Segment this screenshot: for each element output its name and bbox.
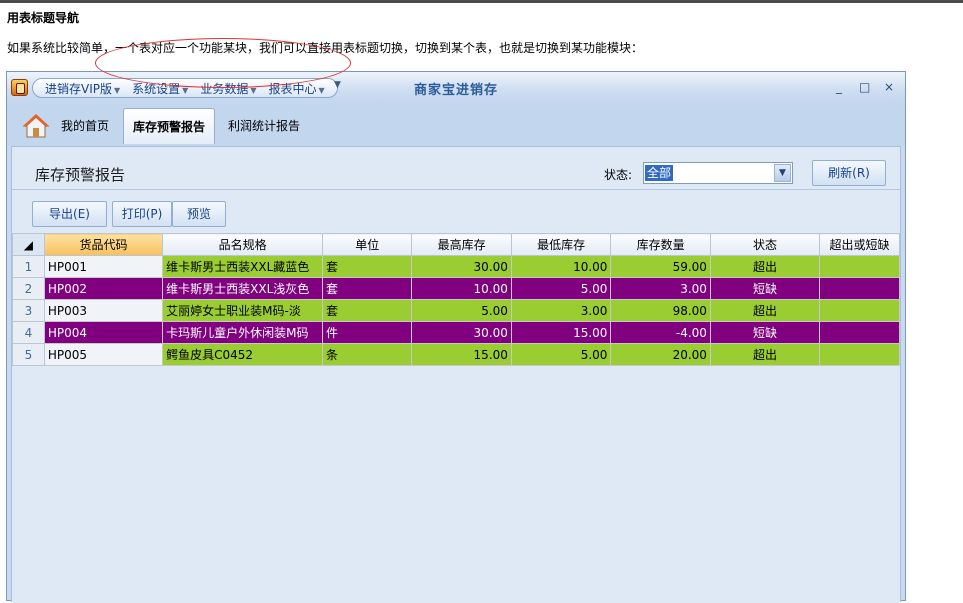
- status-label: 状态:: [604, 168, 633, 182]
- cell-over-short[interactable]: [819, 299, 900, 322]
- report-panel: 库存预警报告 状态: 全部 ▼ 刷新(R) 导出(E) 打印(P) 预览 ◢ 货…: [11, 146, 901, 603]
- title-bar: 进销存VIP版 ▼ 系统设置 ▼ 业务数据 ▼ 报表中心 ▼ ▼ 商家宝进销存 _ □ …: [7, 72, 905, 104]
- row-number[interactable]: 1: [12, 255, 45, 278]
- tab-profit-report[interactable]: 利润统计报告: [219, 108, 309, 144]
- cell-max-stock[interactable]: 5.00: [411, 299, 512, 322]
- cell-name[interactable]: 维卡斯男士西装XXL浅灰色: [162, 277, 324, 300]
- table-row[interactable]: 3 HP003 艾丽婷女士职业装M码-淡 套 5.00 3.00 98.00 超…: [12, 299, 900, 322]
- column-header[interactable]: 货品代码: [43, 233, 164, 256]
- column-header[interactable]: 超出或短缺: [819, 233, 900, 256]
- cell-name[interactable]: 艾丽婷女士职业装M码-淡: [162, 299, 324, 322]
- cell-code[interactable]: HP003: [43, 299, 164, 322]
- cell-stock-qty[interactable]: 59.00: [610, 255, 711, 278]
- maximize-button[interactable]: □: [859, 80, 870, 94]
- row-number[interactable]: 3: [12, 299, 45, 322]
- report-title: 库存预警报告: [35, 166, 126, 184]
- tab-my-homepage[interactable]: 我的首页: [52, 108, 118, 144]
- refresh-button[interactable]: 刷新(R): [812, 160, 886, 186]
- table-row[interactable]: 5 HP005 鳄鱼皮具C0452 条 15.00 5.00 20.00 超出: [12, 343, 900, 366]
- cell-unit[interactable]: 条: [322, 343, 413, 366]
- cell-min-stock[interactable]: 10.00: [510, 255, 612, 278]
- cell-max-stock[interactable]: 30.00: [411, 321, 512, 344]
- column-header[interactable]: 状态: [709, 233, 821, 256]
- toolbar-divider: [12, 189, 900, 190]
- window-title: 商家宝进销存: [413, 83, 498, 98]
- cell-over-short[interactable]: [819, 255, 900, 278]
- cell-stock-qty[interactable]: 3.00: [610, 277, 711, 300]
- doc-heading: 用表标题导航: [7, 11, 80, 25]
- row-number[interactable]: 5: [12, 343, 45, 366]
- cell-over-short[interactable]: [819, 343, 900, 366]
- cell-stock-qty[interactable]: 20.00: [610, 343, 711, 366]
- cell-status[interactable]: 超出: [709, 343, 821, 366]
- home-icon[interactable]: [23, 113, 49, 139]
- table-row[interactable]: 2 HP002 维卡斯男士西装XXL浅灰色 套 10.00 5.00 3.00 …: [12, 277, 900, 300]
- cell-code[interactable]: HP005: [43, 343, 164, 366]
- table-row[interactable]: 4 HP004 卡玛斯儿童户外休闲装M码 件 30.00 15.00 -4.00…: [12, 321, 900, 344]
- cell-status[interactable]: 超出: [709, 255, 821, 278]
- cell-unit[interactable]: 套: [322, 255, 413, 278]
- table-header-row: ◢ 货品代码 品名规格 单位 最高库存 最低库存 库存数量 状态 超出或短缺: [12, 233, 900, 256]
- minimize-button[interactable]: _: [836, 80, 842, 94]
- cell-name[interactable]: 维卡斯男士西装XXL藏蓝色: [162, 255, 324, 278]
- status-selected-value: 全部: [645, 165, 674, 181]
- cell-max-stock[interactable]: 10.00: [411, 277, 512, 300]
- cell-status[interactable]: 短缺: [709, 277, 821, 300]
- select-all-corner[interactable]: ◢: [12, 233, 45, 256]
- top-border: [0, 0, 963, 3]
- cell-name[interactable]: 卡玛斯儿童户外休闲装M码: [162, 321, 324, 344]
- cell-unit[interactable]: 套: [322, 299, 413, 322]
- column-header[interactable]: 最高库存: [411, 233, 512, 256]
- cell-stock-qty[interactable]: 98.00: [610, 299, 711, 322]
- cell-stock-qty[interactable]: -4.00: [610, 321, 711, 344]
- tab-stock-alert-report[interactable]: 库存预警报告: [123, 108, 216, 144]
- cell-unit[interactable]: 套: [322, 277, 413, 300]
- cell-status[interactable]: 超出: [709, 299, 821, 322]
- cell-code[interactable]: HP004: [43, 321, 164, 344]
- cell-min-stock[interactable]: 5.00: [510, 343, 612, 366]
- table-row[interactable]: 1 HP001 维卡斯男士西装XXL藏蓝色 套 30.00 10.00 59.0…: [12, 255, 900, 278]
- cell-over-short[interactable]: [819, 277, 900, 300]
- cell-min-stock[interactable]: 15.00: [510, 321, 612, 344]
- cell-min-stock[interactable]: 3.00: [510, 299, 612, 322]
- close-button[interactable]: ×: [884, 80, 894, 94]
- app-window: 进销存VIP版 ▼ 系统设置 ▼ 业务数据 ▼ 报表中心 ▼ ▼ 商家宝进销存 _ □ …: [6, 71, 906, 603]
- cell-code[interactable]: HP002: [43, 277, 164, 300]
- stock-alert-grid: ◢ 货品代码 品名规格 单位 最高库存 最低库存 库存数量 状态 超出或短缺 1: [12, 233, 900, 603]
- column-header[interactable]: 单位: [322, 233, 413, 256]
- cell-status[interactable]: 短缺: [709, 321, 821, 344]
- tab-bar: 我的首页 库存预警报告 利润统计报告: [7, 104, 905, 146]
- cell-max-stock[interactable]: 15.00: [411, 343, 512, 366]
- cell-name[interactable]: 鳄鱼皮具C0452: [162, 343, 324, 366]
- column-header[interactable]: 最低库存: [510, 233, 612, 256]
- chevron-down-icon[interactable]: ▼: [774, 164, 791, 182]
- cell-max-stock[interactable]: 30.00: [411, 255, 512, 278]
- column-header[interactable]: 库存数量: [610, 233, 711, 256]
- cell-unit[interactable]: 件: [322, 321, 413, 344]
- preview-button[interactable]: 预览: [172, 201, 226, 227]
- status-select[interactable]: 全部 ▼: [643, 162, 793, 184]
- print-button[interactable]: 打印(P): [112, 201, 172, 227]
- cell-min-stock[interactable]: 5.00: [510, 277, 612, 300]
- row-number[interactable]: 4: [12, 321, 45, 344]
- row-number[interactable]: 2: [12, 277, 45, 300]
- doc-paragraph: 如果系统比较简单，一个表对应一个功能某块，我们可以直接用表标题切换，切换到某个表…: [7, 41, 644, 55]
- cell-code[interactable]: HP001: [43, 255, 164, 278]
- export-button[interactable]: 导出(E): [32, 201, 107, 227]
- column-header[interactable]: 品名规格: [162, 233, 324, 256]
- cell-over-short[interactable]: [819, 321, 900, 344]
